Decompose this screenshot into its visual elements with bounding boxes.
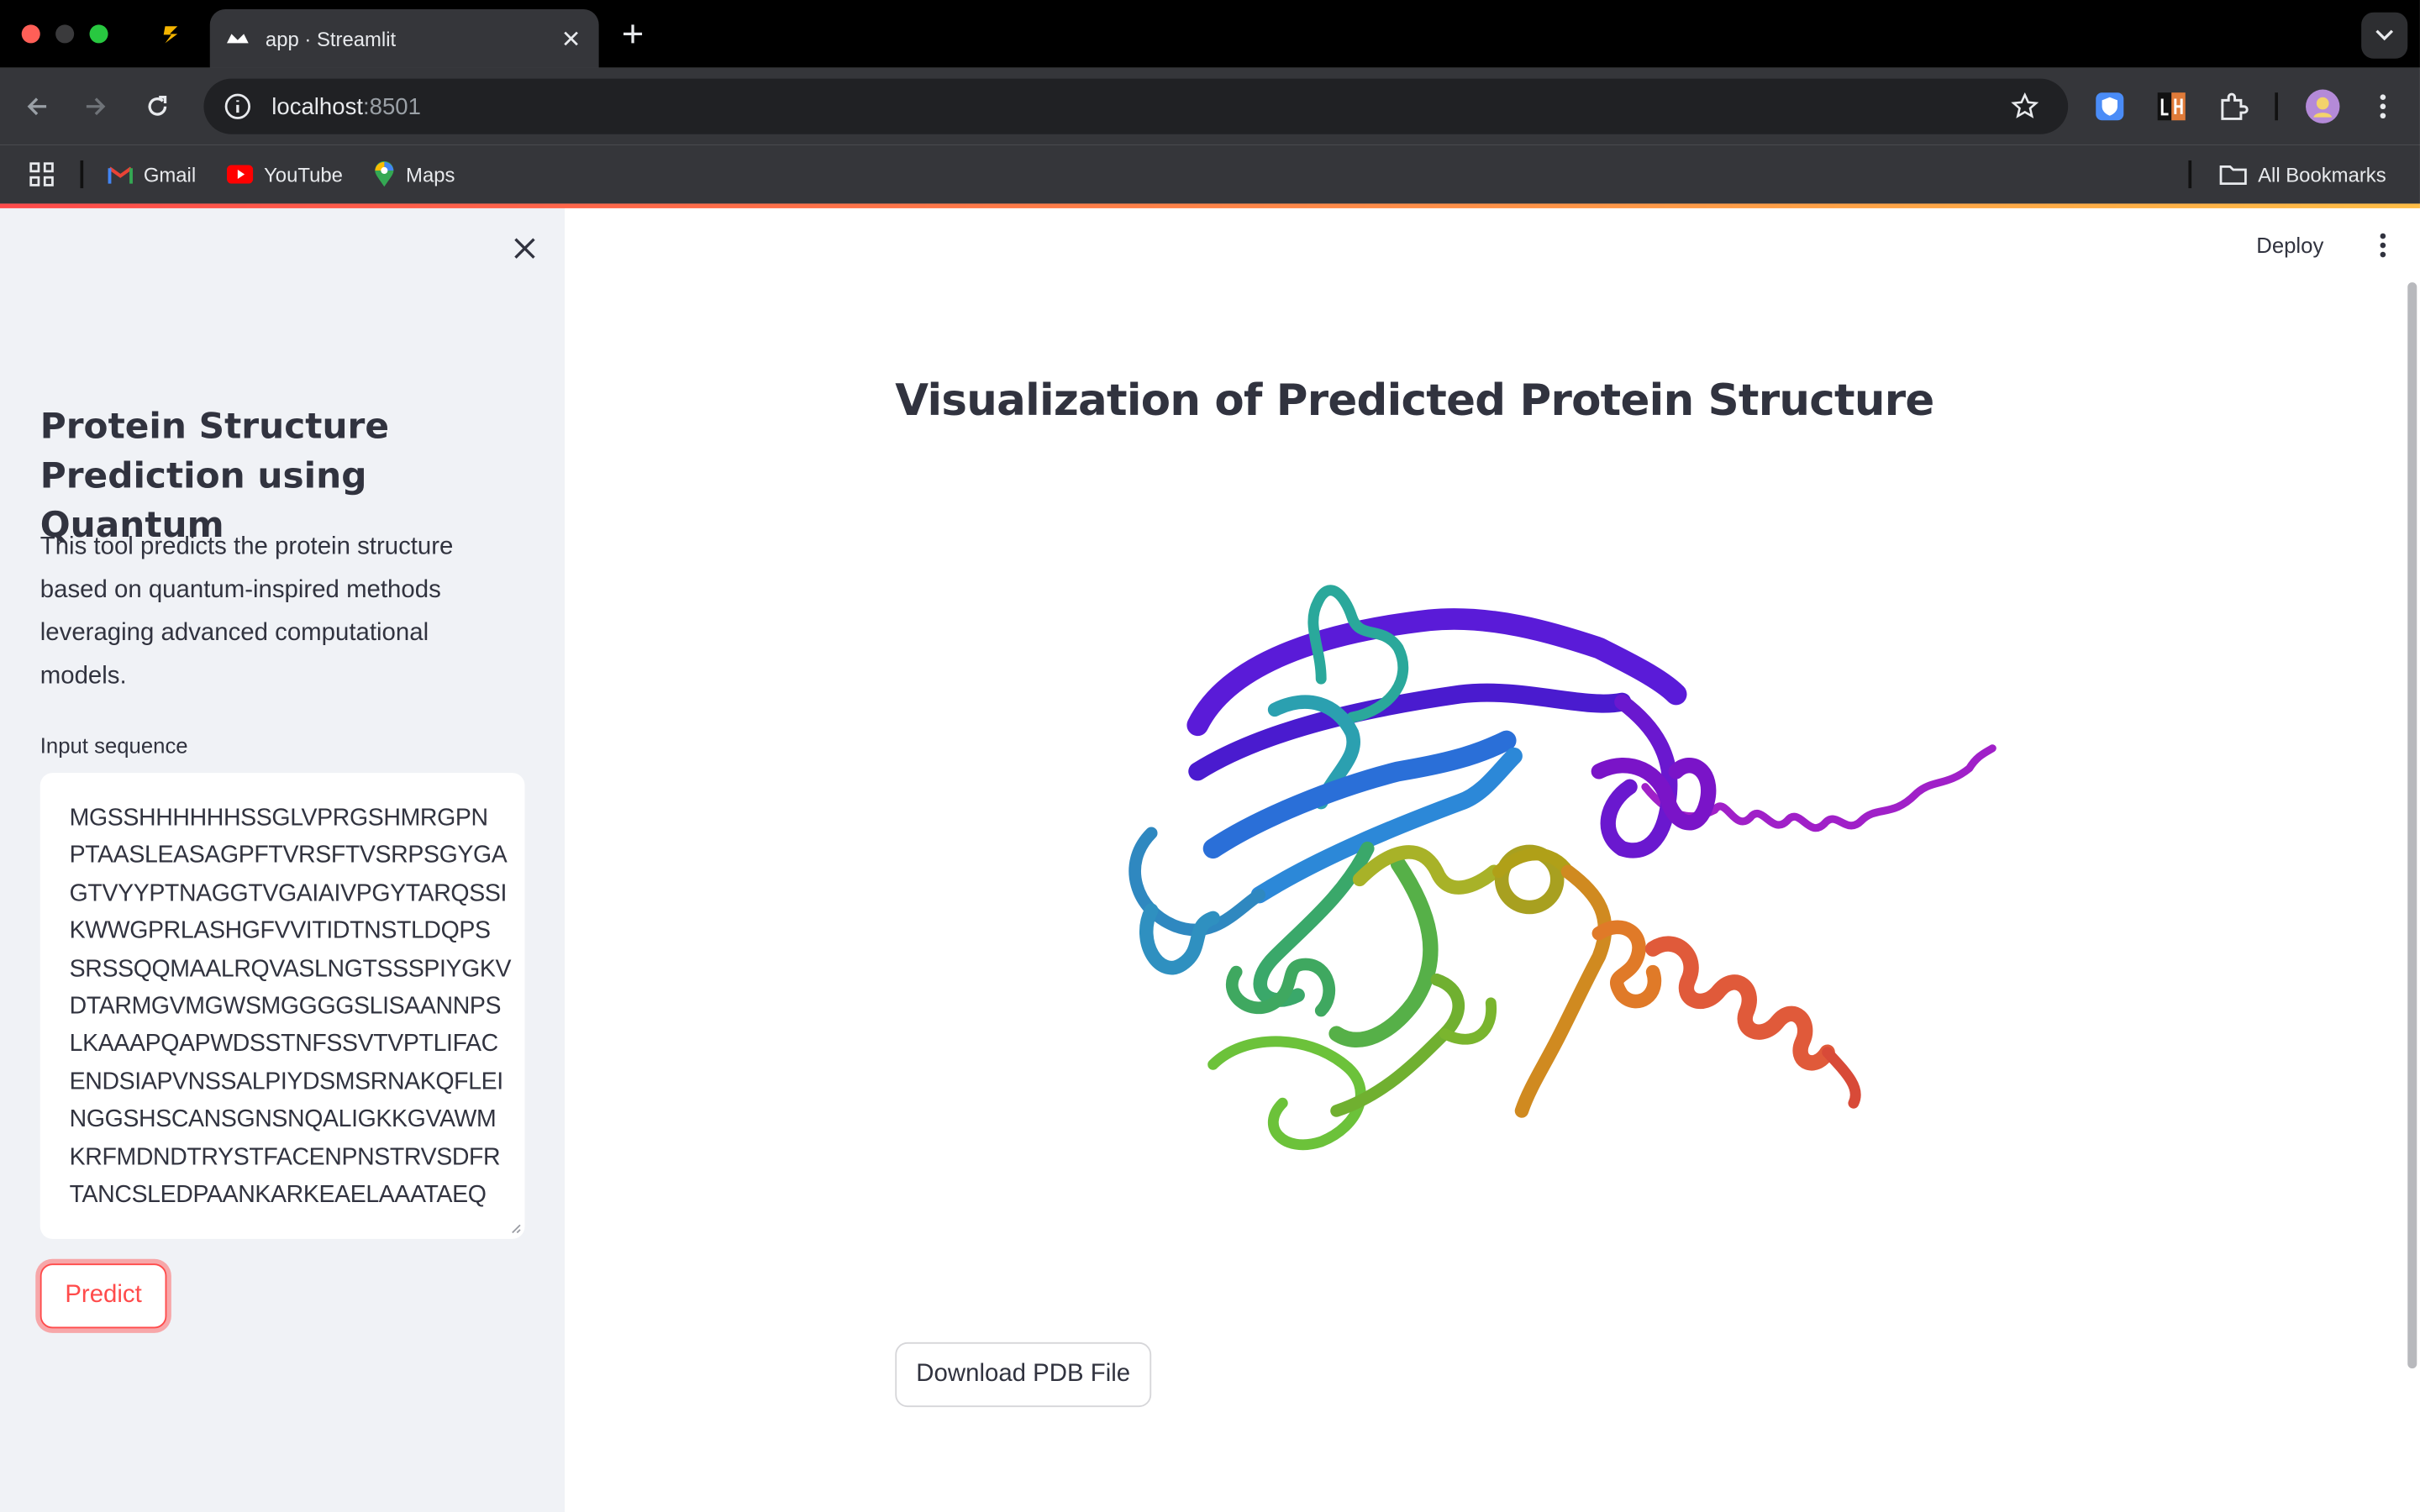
page-scrollbar[interactable]: [2407, 282, 2417, 1369]
extensions-puzzle-icon[interactable]: [2217, 90, 2250, 123]
apps-button[interactable]: [28, 159, 55, 190]
forward-button[interactable]: [77, 88, 114, 125]
active-tab[interactable]: app · Streamlit: [209, 9, 599, 68]
profile-avatar[interactable]: [2304, 88, 2341, 125]
close-window-button[interactable]: [21, 24, 40, 44]
deploy-button[interactable]: Deploy: [2256, 227, 2323, 264]
reload-icon: [148, 96, 167, 116]
maximize-window-button[interactable]: [89, 24, 108, 44]
ribbon-olive-strand: [1352, 845, 1502, 895]
lighthouse-extension-icon[interactable]: [2154, 90, 2188, 123]
close-sidebar-button[interactable]: [506, 230, 543, 267]
textarea-resize-handle[interactable]: [509, 1222, 522, 1235]
minimize-window-button[interactable]: [55, 24, 75, 44]
pinned-tab-icon: [163, 26, 178, 44]
bookmarks-divider: [80, 160, 84, 189]
bookmark-maps[interactable]: Maps: [373, 159, 455, 190]
bookmark-youtube[interactable]: YouTube: [226, 159, 343, 190]
ribbon-red-tail: [1822, 1047, 1861, 1109]
tab-title: app · Streamlit: [265, 27, 397, 50]
ribbon-teal-loop: [1307, 585, 1409, 723]
sequence-input[interactable]: MGSSHHHHHHSSGLVPRGSHMRGPN PTAASLEASAGPFT…: [39, 773, 525, 1239]
ribbon-green-helix: [1225, 958, 1335, 1017]
bookmark-gmail[interactable]: Gmail: [108, 159, 196, 190]
predict-button[interactable]: Predict: [39, 1263, 167, 1329]
url-text: localhost:8501: [271, 93, 421, 120]
sidebar-description: This tool predicts the protein structure…: [39, 533, 454, 690]
plus-icon: [623, 24, 643, 44]
ribbon-green-sheet: [1328, 856, 1439, 1047]
input-sequence-label: Input sequence: [39, 732, 188, 758]
bookmarks-bar: Gmail YouTube Maps All Bookmarks: [0, 144, 2420, 204]
ribbon-lime-loop: [1207, 1036, 1366, 1151]
main-menu-button[interactable]: [2365, 227, 2402, 264]
protein-structure-viewer[interactable]: [1090, 540, 2001, 1188]
back-button[interactable]: [18, 88, 55, 125]
youtube-icon: [226, 165, 254, 184]
close-icon: [514, 238, 535, 259]
gmail-icon: [108, 165, 133, 183]
ribbon-red-helix: [1644, 936, 1835, 1071]
main-content: Deploy Visualization of Predicted Protei…: [565, 207, 2420, 1512]
arrow-left-icon: [27, 97, 47, 116]
tab-search-button[interactable]: [2361, 12, 2408, 59]
chevron-down-icon: [2375, 29, 2394, 41]
page-title: Visualization of Predicted Protein Struc…: [895, 375, 1934, 426]
download-pdb-button[interactable]: Download PDB File: [895, 1341, 1152, 1408]
toolbar-divider: [2275, 92, 2278, 121]
maps-pin-icon: [375, 160, 394, 187]
pinned-tab[interactable]: [142, 0, 201, 68]
arrow-right-icon: [86, 97, 106, 116]
reload-button[interactable]: [139, 88, 176, 125]
tab-strip: app · Streamlit: [0, 0, 2420, 68]
close-tab-icon[interactable]: [559, 26, 583, 50]
browser-toolbar: localhost:8501: [0, 67, 2420, 145]
shield-extension-icon[interactable]: [2093, 90, 2127, 123]
new-tab-button[interactable]: [614, 15, 651, 52]
bookmark-star-icon[interactable]: [2009, 91, 2040, 122]
site-info-icon[interactable]: [222, 91, 253, 122]
apps-grid-icon: [29, 162, 54, 186]
folder-icon: [2219, 165, 2247, 185]
more-vertical-icon: [2380, 233, 2386, 258]
all-bookmarks-divider: [2188, 160, 2192, 189]
sidebar: Protein Structure Prediction using Quant…: [0, 207, 566, 1512]
browser-menu-icon[interactable]: [2366, 90, 2400, 123]
streamlit-favicon-icon: [225, 26, 250, 50]
all-bookmarks-button[interactable]: All Bookmarks: [2219, 159, 2386, 190]
address-bar[interactable]: localhost:8501: [203, 78, 2069, 134]
